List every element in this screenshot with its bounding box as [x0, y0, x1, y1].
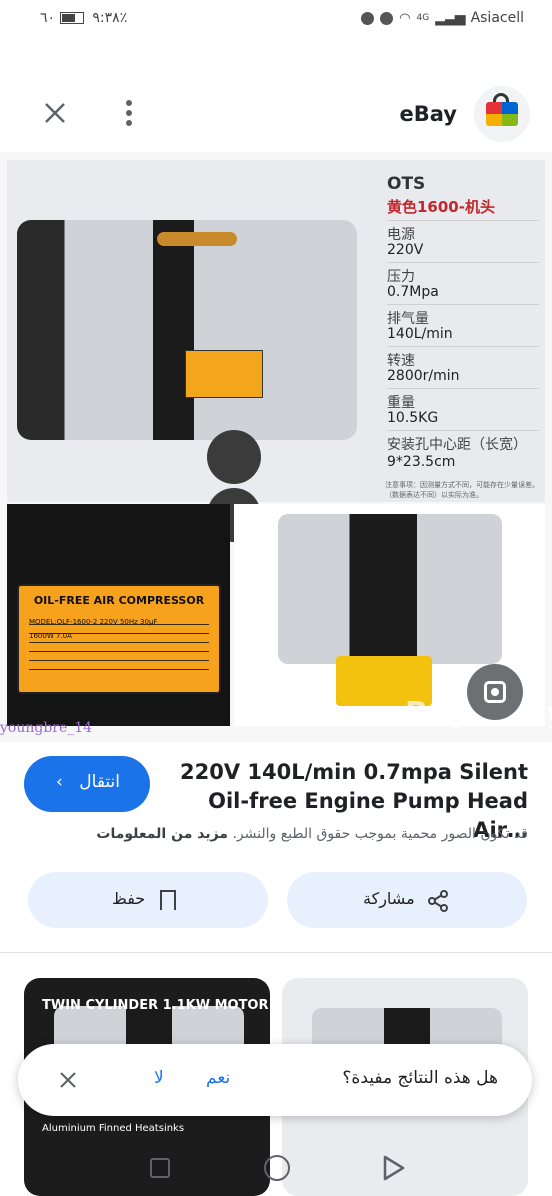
share-button[interactable]: مشاركة — [287, 872, 527, 928]
pump-filters — [207, 430, 337, 542]
close-icon[interactable] — [58, 1070, 78, 1090]
carrier-name: Asiacell — [470, 10, 524, 26]
ebay-bag-icon — [486, 102, 518, 126]
visit-label: انتقال — [79, 772, 120, 792]
facebook-icon — [380, 11, 394, 25]
signal-icon: ▂▃▅ — [435, 10, 465, 26]
watermark-left: youngbre_14 — [0, 720, 93, 736]
wifi-icon: ◠ — [399, 10, 411, 26]
pump-illustration — [17, 220, 357, 440]
nameplate: OIL-FREE AIR COMPRESSOR MODEL:OLF-1600-2… — [17, 584, 221, 694]
site-name[interactable]: eBay — [400, 102, 457, 126]
copyright-text: قد تكون الصور محمية بموجب حقوق الطبع وال… — [232, 826, 528, 842]
spec-value: 0.7Mpa — [387, 284, 439, 300]
status-bar: ٩:٣٨ ٦٠٪ ◠ 4G ▂▃▅ Asiacell — [0, 0, 552, 38]
lens-search-button[interactable] — [467, 664, 523, 720]
pump-illustration — [278, 514, 502, 664]
spec-value: 140L/min — [387, 326, 453, 342]
nameplate-model: MODEL:OLF-1600-2 220V 50Hz 30μF — [29, 618, 158, 626]
save-label: حفظ — [112, 889, 146, 908]
close-icon[interactable] — [40, 98, 70, 128]
pump-pipe — [157, 232, 237, 246]
spec-note: 注意事项：因测量方式不同，可能存在少量误差。（数据表达不同）以实际为准。 — [385, 481, 539, 499]
system-nav-bar — [0, 1140, 552, 1196]
result-header: eBay — [0, 78, 552, 150]
feedback-question: هل هذه النتائج مفيدة؟ — [342, 1068, 498, 1088]
spec-brand: OTS — [387, 174, 426, 194]
product-image[interactable]: OTS 黄色1600-机头 电源 220V 压力 0.7Mpa 排气量 140L… — [0, 152, 552, 742]
spec-key: 电源 — [387, 227, 415, 243]
battery-icon — [59, 12, 84, 24]
site-logo[interactable] — [474, 86, 530, 142]
visit-button[interactable]: ‹ انتقال — [24, 756, 150, 812]
spec-value: 220V — [387, 242, 424, 258]
feedback-yes-button[interactable]: نعم — [206, 1068, 230, 1088]
save-button[interactable]: حفظ — [28, 872, 268, 928]
more-info-link[interactable]: مزيد من المعلومات — [96, 826, 228, 842]
spec-value: 9*23.5cm — [387, 454, 456, 470]
spec-value: 10.5KG — [387, 410, 439, 426]
feedback-prompt: لا نعم هل هذه النتائج مفيدة؟ — [18, 1044, 532, 1116]
spec-key: 压力 — [387, 269, 415, 285]
spec-panel: OTS 黄色1600-机头 电源 220V 压力 0.7Mpa 排气量 140L… — [363, 160, 545, 502]
home-icon[interactable] — [264, 1155, 290, 1181]
nameplate-photo: OIL-FREE AIR COMPRESSOR MODEL:OLF-1600-2… — [7, 504, 230, 726]
feedback-no-button[interactable]: لا — [154, 1068, 164, 1088]
spec-key: 重量 — [387, 395, 415, 411]
nameplate-power: 1600W 7.0A — [29, 632, 72, 640]
pump-label — [185, 350, 263, 398]
spec-value: 2800r/min — [387, 368, 460, 384]
chevron-left-icon: ‹ — [56, 772, 63, 792]
more-options-icon[interactable] — [122, 98, 136, 128]
spec-model: 黄色1600-机头 — [387, 198, 495, 216]
nameplate-title: OIL-FREE AIR COMPRESSOR — [33, 594, 205, 607]
spec-key: 排气量 — [387, 311, 429, 327]
related-image-title: TWIN CYLINDER 1.1KW MOTOR — [42, 998, 269, 1013]
related-image-subtitle: Aluminium Finned Heatsinks — [42, 1123, 185, 1134]
copyright-notice: قد تكون الصور محمية بموجب حقوق الطبع وال… — [20, 826, 528, 842]
back-icon[interactable] — [382, 1155, 406, 1181]
share-label: مشاركة — [363, 889, 415, 908]
time-text: ٩:٣٨ — [92, 10, 120, 26]
recents-icon[interactable] — [150, 1158, 170, 1178]
spec-key: 转速 — [387, 353, 415, 369]
network-type: 4G — [416, 13, 430, 23]
status-right: ◠ 4G ▂▃▅ Asiacell — [361, 10, 524, 26]
messenger-icon — [361, 11, 375, 25]
spec-key: 安装孔中心距（长宽） — [387, 437, 527, 453]
share-icon — [428, 890, 448, 912]
bookmark-icon — [160, 890, 176, 910]
image-top-panel: OTS 黄色1600-机头 电源 220V 压力 0.7Mpa 排气量 140L… — [7, 160, 545, 542]
divider — [0, 952, 552, 953]
status-left: ٩:٣٨ ٦٠٪ — [40, 10, 127, 26]
